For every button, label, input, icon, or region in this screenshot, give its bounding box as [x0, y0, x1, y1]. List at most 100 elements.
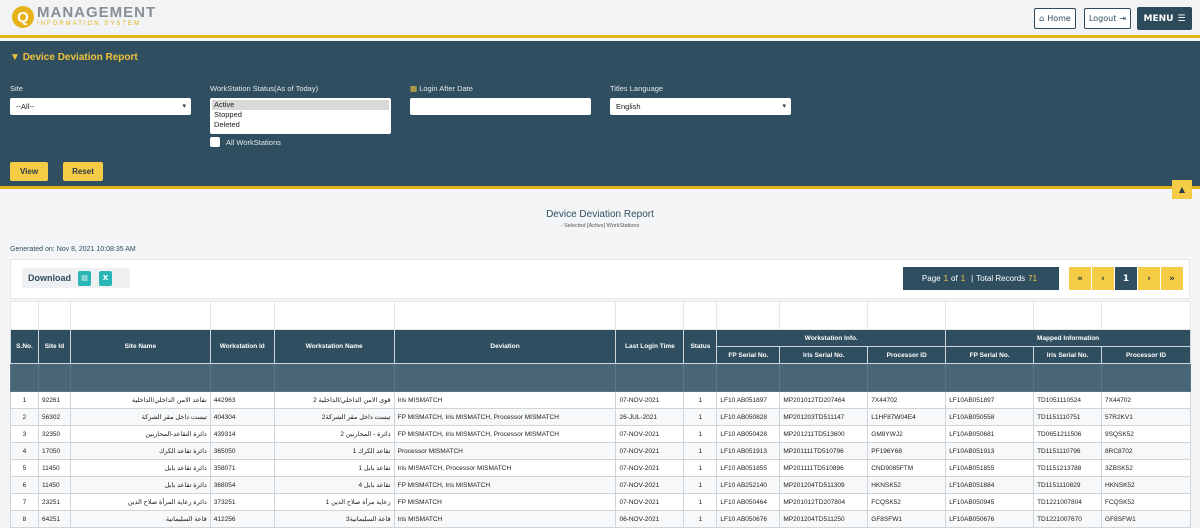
- chevron-down-icon: ▾: [182, 103, 186, 110]
- table-cell: 1: [683, 391, 718, 409]
- col-mapped-fp-serial[interactable]: FP Serial No.: [945, 346, 1035, 364]
- filter-icon: ▼: [10, 52, 20, 63]
- table-cell: 17050: [37, 442, 71, 460]
- table-cell: LF10AB050945: [945, 493, 1035, 511]
- table-cell: TD1151110796: [1033, 442, 1103, 460]
- group-mapped-info: Mapped Information: [945, 329, 1191, 347]
- collapse-panel-button[interactable]: ▲: [1172, 180, 1192, 199]
- table-cell: TD1151110751: [1033, 408, 1103, 426]
- table-cell: 2: [10, 408, 39, 426]
- table-cell: 439314: [209, 425, 275, 443]
- col-sno[interactable]: S.No.: [10, 329, 39, 364]
- table-cell: GM8YWJ2: [867, 425, 947, 443]
- col-status[interactable]: Status: [683, 329, 718, 364]
- table-cell: 6: [10, 476, 39, 494]
- col-mapped-iris-serial[interactable]: Iris Serial No.: [1033, 346, 1103, 364]
- status-option-active[interactable]: Active: [212, 100, 389, 110]
- table-cell: L1HF87W04E4: [867, 408, 947, 426]
- col-last-login[interactable]: Last Login Time: [615, 329, 685, 364]
- excel-download-icon[interactable]: X: [99, 270, 112, 286]
- reset-button[interactable]: Reset: [63, 162, 103, 181]
- first-page-button[interactable]: «: [1069, 267, 1091, 290]
- login-after-date-input[interactable]: [410, 98, 591, 115]
- all-workstations-checkbox[interactable]: All WorkStations: [210, 137, 281, 147]
- prev-page-button[interactable]: ‹: [1092, 267, 1114, 290]
- table-cell: 1: [10, 391, 39, 409]
- table-row: 8 64251 قاعة السليمانية 412256 قاعة السليمان…: [10, 510, 1191, 528]
- status-option-deleted[interactable]: Deleted: [212, 120, 389, 130]
- table-cell: TD0651211506: [1033, 425, 1103, 443]
- table-cell: 7: [10, 493, 39, 511]
- col-site-name[interactable]: Site Name: [69, 329, 211, 364]
- logout-label: Logout: [1088, 14, 1117, 23]
- chevron-up-icon: ▲: [1178, 185, 1186, 194]
- table-cell: 26-JUL-2021: [615, 408, 685, 426]
- table-cell: 06-NOV-2021: [615, 510, 685, 528]
- table-cell: LF10 AB252140: [716, 476, 781, 494]
- home-button[interactable]: ⌂ Home: [1034, 8, 1076, 29]
- table-cell: 442963: [209, 391, 275, 409]
- view-button[interactable]: View: [10, 162, 48, 181]
- table-row: 1 92261 نقاعد الامن الداخلي/الداخلية 442963…: [10, 391, 1191, 409]
- table-cell: 07-NOV-2021: [615, 459, 685, 477]
- workstation-status-listbox[interactable]: Active Stopped Deleted: [210, 98, 391, 134]
- table-cell: TD1151110829: [1033, 476, 1103, 494]
- table-cell: PF196Y68: [867, 442, 947, 460]
- table-cell: 1: [683, 476, 718, 494]
- report-subtitle: - Selected [Active] WorkStations: [560, 223, 640, 229]
- col-ws-iris-serial[interactable]: Iris Serial No.: [779, 346, 869, 364]
- col-mapped-processor-id[interactable]: Processor ID: [1101, 346, 1191, 364]
- table-cell: تيست داخل مقر الشركة: [69, 408, 211, 426]
- table-cell: تقاعد بابل 4: [273, 476, 395, 494]
- table-cell: Iris MISMATCH, Processor MISMATCH: [393, 459, 617, 477]
- table-cell: 1: [683, 425, 718, 443]
- table-cell: TD1221007804: [1033, 493, 1103, 511]
- table-cell: 7X44702: [1101, 391, 1191, 409]
- table-cell: LF10AB050558: [945, 408, 1035, 426]
- col-deviation[interactable]: Deviation: [393, 329, 617, 364]
- table-cell: 404304: [209, 408, 275, 426]
- table-cell: 1: [683, 510, 718, 528]
- table-cell: تقاعد بابل 1: [273, 459, 395, 477]
- report-toolbar: Download ▤ X Page 1 of 1 | Total Records…: [10, 259, 1190, 299]
- table-cell: 32350: [37, 425, 71, 443]
- table-cell: MP201204TD511309: [779, 476, 869, 494]
- titles-language-select[interactable]: English ▾: [610, 98, 791, 115]
- menu-button[interactable]: MENU ☰: [1137, 7, 1192, 30]
- col-ws-fp-serial[interactable]: FP Serial No.: [716, 346, 781, 364]
- home-label: Home: [1047, 14, 1071, 23]
- table-cell: 56302: [37, 408, 71, 426]
- menu-label: MENU: [1143, 13, 1174, 24]
- table-cell: نقاعد الامن الداخلي/الداخلية: [69, 391, 211, 409]
- table-cell: دائرة التقاعد-المحاربين: [69, 425, 211, 443]
- app-logo[interactable]: Q MANAGEMENT INFORMATION SYSTEM: [12, 5, 156, 28]
- col-ws-processor-id[interactable]: Processor ID: [867, 346, 947, 364]
- current-page-button[interactable]: 1: [1115, 267, 1137, 290]
- generated-timestamp: Generated on: Nov 8, 2021 10:08:35 AM: [10, 246, 136, 253]
- next-page-button[interactable]: ›: [1138, 267, 1160, 290]
- logout-icon: ⇥: [1119, 14, 1127, 23]
- table-spacer-row: [10, 301, 1191, 330]
- pagination-info: Page 1 of 1 | Total Records 71: [903, 267, 1059, 290]
- col-site-id[interactable]: Site Id: [37, 329, 71, 364]
- col-workstation-name[interactable]: Workstation Name: [273, 329, 395, 364]
- chevron-down-icon: ▾: [782, 103, 786, 110]
- table-cell: GF8SFW1: [1101, 510, 1191, 528]
- site-select[interactable]: --All-- ▾: [10, 98, 191, 115]
- table-cell: MP201211TD513600: [779, 425, 869, 443]
- table-cell: LF10AB051884: [945, 476, 1035, 494]
- pdf-download-icon[interactable]: ▤: [78, 270, 91, 286]
- table-cell: 07-NOV-2021: [615, 391, 685, 409]
- titles-language-label: Titles Language: [610, 84, 664, 93]
- logout-button[interactable]: Logout ⇥: [1084, 8, 1131, 29]
- checkbox-box[interactable]: [210, 137, 220, 147]
- table-cell: 57R2KV1: [1101, 408, 1191, 426]
- status-option-stopped[interactable]: Stopped: [212, 110, 389, 120]
- table-filter-row: [10, 363, 1191, 392]
- last-page-button[interactable]: »: [1161, 267, 1183, 290]
- col-workstation-id[interactable]: Workstation Id: [209, 329, 275, 364]
- table-cell: GF8SFW1: [867, 510, 947, 528]
- table-cell: MP201204TD511250: [779, 510, 869, 528]
- table-cell: FP MISMATCH: [393, 493, 617, 511]
- table-cell: 1: [683, 408, 718, 426]
